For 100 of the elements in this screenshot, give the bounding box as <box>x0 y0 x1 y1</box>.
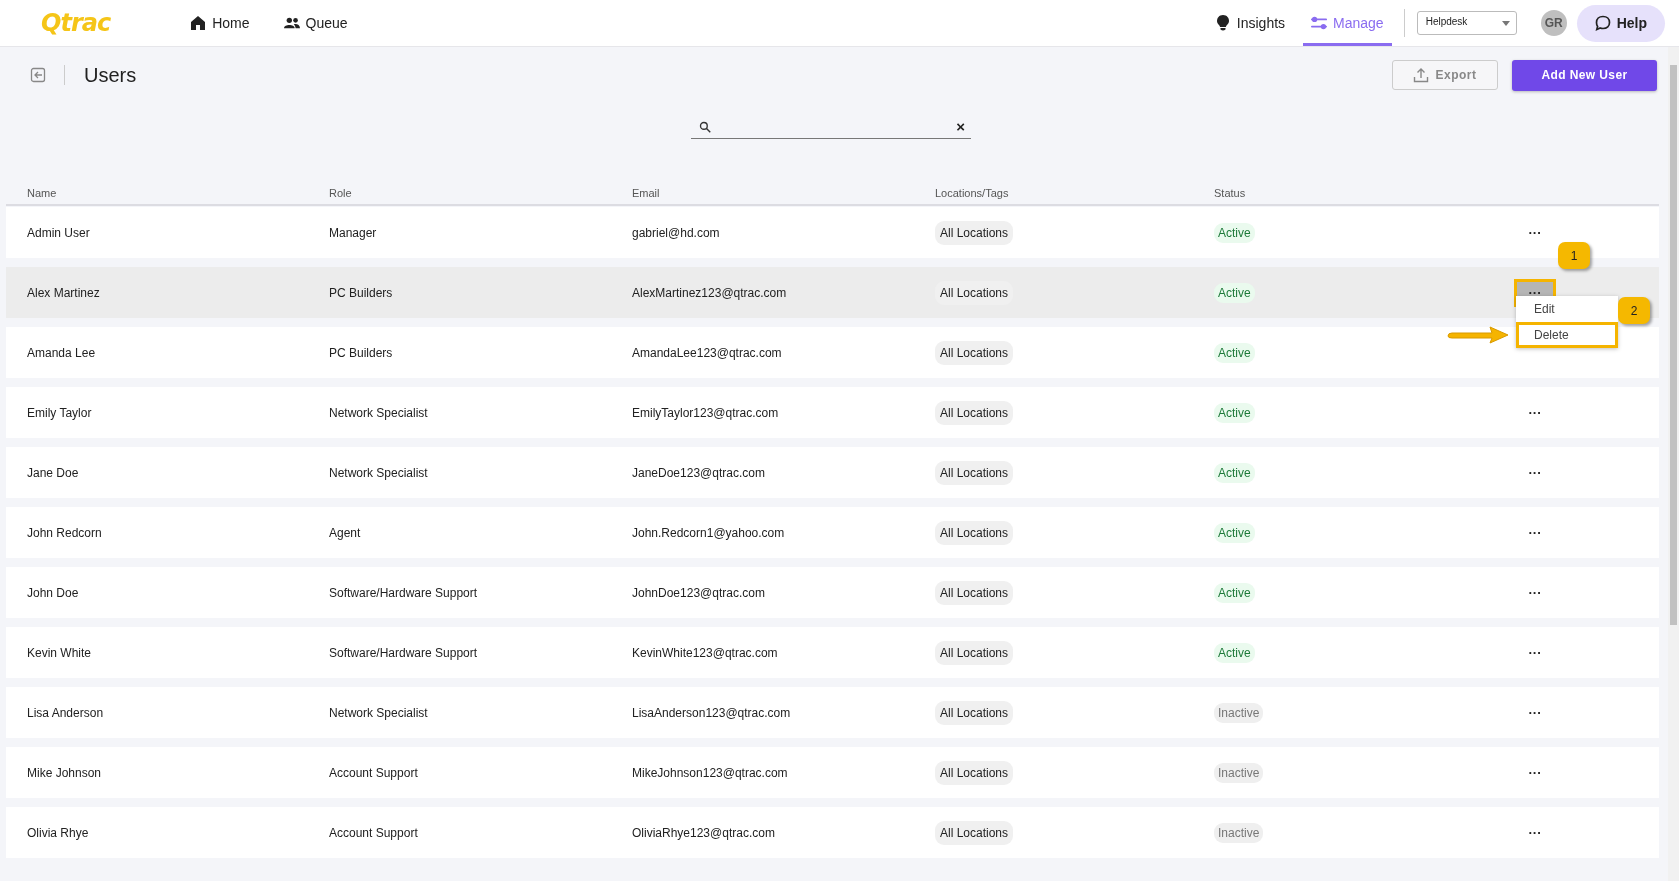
status-badge: Active <box>1214 522 1255 543</box>
more-button[interactable]: ··· <box>1514 638 1556 667</box>
user-email: OliviaRhye123@qtrac.com <box>632 825 775 840</box>
more-button[interactable]: ··· <box>1514 218 1556 247</box>
user-role: PC Builders <box>329 345 393 360</box>
status-badge: Active <box>1214 582 1255 603</box>
user-name: Olivia Rhye <box>27 825 89 840</box>
location-tag: All Locations <box>935 640 1014 665</box>
location-tag: All Locations <box>935 700 1014 725</box>
status-badge: Active <box>1214 642 1255 663</box>
nav-tab[interactable]: Insights <box>1206 0 1294 46</box>
nav-tab[interactable]: Manage <box>1303 0 1392 46</box>
nav-tab[interactable]: Home <box>182 0 258 46</box>
clear-button[interactable]: × <box>956 118 965 135</box>
step-callout: 1 <box>1558 242 1590 269</box>
more-button[interactable]: ··· <box>1514 458 1556 487</box>
table-row[interactable]: Mike Johnson Account Support MikeJohnson123@qtrac.com All Locations Inactive ··· <box>6 747 1659 798</box>
status-badge: Inactive <box>1214 762 1264 783</box>
location-tag: All Locations <box>935 520 1014 545</box>
status-badge: Active <box>1214 342 1255 363</box>
chat-bubble-icon <box>1594 15 1611 31</box>
column-header: Locations/Tags <box>935 187 1010 199</box>
home-icon <box>190 15 207 31</box>
user-name: Amanda Lee <box>27 345 96 360</box>
page-title: Users <box>84 63 137 87</box>
status-badge: Active <box>1214 402 1255 423</box>
status-badge: Inactive <box>1214 702 1264 723</box>
user-name: Mike Johnson <box>27 765 102 780</box>
column-header: Status <box>1214 187 1247 199</box>
user-role: Software/Hardware Support <box>329 645 478 660</box>
step-callout: 2 <box>1618 297 1650 324</box>
user-email: KevinWhite123@qtrac.com <box>632 645 778 660</box>
more-button[interactable]: ··· <box>1514 578 1556 607</box>
nav-tab[interactable]: Queue <box>275 0 356 46</box>
table-row[interactable]: Lisa Anderson Network Specialist LisaAnderson123@qtrac.com All Locations Inactive ··· <box>6 687 1659 738</box>
more-button[interactable]: ··· <box>1514 818 1556 847</box>
user-role: Network Specialist <box>329 705 428 720</box>
upload-icon <box>1413 67 1430 83</box>
table-row[interactable]: Jane Doe Network Specialist JaneDoe123@qtrac.com All Locations Active ··· <box>6 447 1659 498</box>
user-email: gabriel@hd.com <box>632 225 720 240</box>
help-button[interactable]: Help <box>1576 4 1665 42</box>
user-name: Lisa Anderson <box>27 705 104 720</box>
status-badge: Active <box>1214 462 1255 483</box>
column-header: Role <box>329 187 353 199</box>
user-role: Network Specialist <box>329 405 428 420</box>
add-user-button[interactable]: Add New User <box>1512 59 1657 91</box>
user-role: Manager <box>329 225 377 240</box>
user-email: LisaAnderson123@qtrac.com <box>632 705 791 720</box>
menu-item[interactable]: Delete <box>1516 322 1618 348</box>
user-email: MikeJohnson123@qtrac.com <box>632 765 788 780</box>
user-name: Emily Taylor <box>27 405 92 420</box>
location-tag: All Locations <box>935 460 1014 485</box>
user-role: Network Specialist <box>329 465 428 480</box>
user-avatar[interactable]: GR <box>1540 10 1567 36</box>
lightbulb-icon <box>1214 15 1231 31</box>
table-row[interactable]: John Doe Software/Hardware Support JohnDoe123@qtrac.com All Locations Active ··· <box>6 567 1659 618</box>
user-name: Jane Doe <box>27 465 79 480</box>
location-tag: All Locations <box>935 760 1014 785</box>
location-tag: All Locations <box>935 220 1014 245</box>
workspace-dropdown[interactable]: Helpdesk <box>1416 11 1517 35</box>
user-email: JaneDoe123@qtrac.com <box>632 465 765 480</box>
exit-icon[interactable] <box>30 67 46 83</box>
sliders-icon <box>1311 15 1328 31</box>
user-name: Alex Martinez <box>27 285 100 300</box>
status-badge: Active <box>1214 222 1255 243</box>
more-button[interactable]: ··· <box>1514 398 1556 427</box>
table-row[interactable]: John Redcorn Agent John.Redcorn1@yahoo.com All Locations Active ··· <box>6 507 1659 558</box>
more-button[interactable]: ··· <box>1514 758 1556 787</box>
people-icon <box>283 15 300 31</box>
user-role: Software/Hardware Support <box>329 585 478 600</box>
user-role: Account Support <box>329 825 418 840</box>
more-button[interactable]: ··· <box>1514 518 1556 547</box>
user-role: Account Support <box>329 765 418 780</box>
search-icon <box>699 120 711 133</box>
pointer-arrow-icon <box>1446 325 1510 345</box>
user-email: JohnDoe123@qtrac.com <box>632 585 765 600</box>
location-tag: All Locations <box>935 400 1014 425</box>
search-field[interactable]: × <box>691 115 971 139</box>
user-name: John Redcorn <box>27 525 102 540</box>
table-row[interactable]: Emily Taylor Network Specialist EmilyTaylor123@qtrac.com All Locations Active ··· <box>6 387 1659 438</box>
location-tag: All Locations <box>935 820 1014 845</box>
location-tag: All Locations <box>935 340 1014 365</box>
user-email: EmilyTaylor123@qtrac.com <box>632 405 779 420</box>
more-button[interactable]: ··· <box>1514 698 1556 727</box>
user-email: AmandaLee123@qtrac.com <box>632 345 782 360</box>
column-header: Name <box>27 187 58 199</box>
column-header: Email <box>632 187 661 199</box>
table-row[interactable]: Olivia Rhye Account Support OliviaRhye123@qtrac.com All Locations Inactive ··· <box>6 807 1659 858</box>
user-role: PC Builders <box>329 285 393 300</box>
table-row[interactable]: Kevin White Software/Hardware Support KevinWhite123@qtrac.com All Locations Active ··· <box>6 627 1659 678</box>
scrollbar[interactable] <box>1668 47 1679 881</box>
user-email: John.Redcorn1@yahoo.com <box>632 525 785 540</box>
user-email: AlexMartinez123@qtrac.com <box>632 285 787 300</box>
location-tag: All Locations <box>935 580 1014 605</box>
user-role: Agent <box>329 525 361 540</box>
user-name: Admin User <box>27 225 90 240</box>
status-badge: Inactive <box>1214 822 1264 843</box>
user-name: Kevin White <box>27 645 92 660</box>
user-name: John Doe <box>27 585 79 600</box>
location-tag: All Locations <box>935 280 1014 305</box>
